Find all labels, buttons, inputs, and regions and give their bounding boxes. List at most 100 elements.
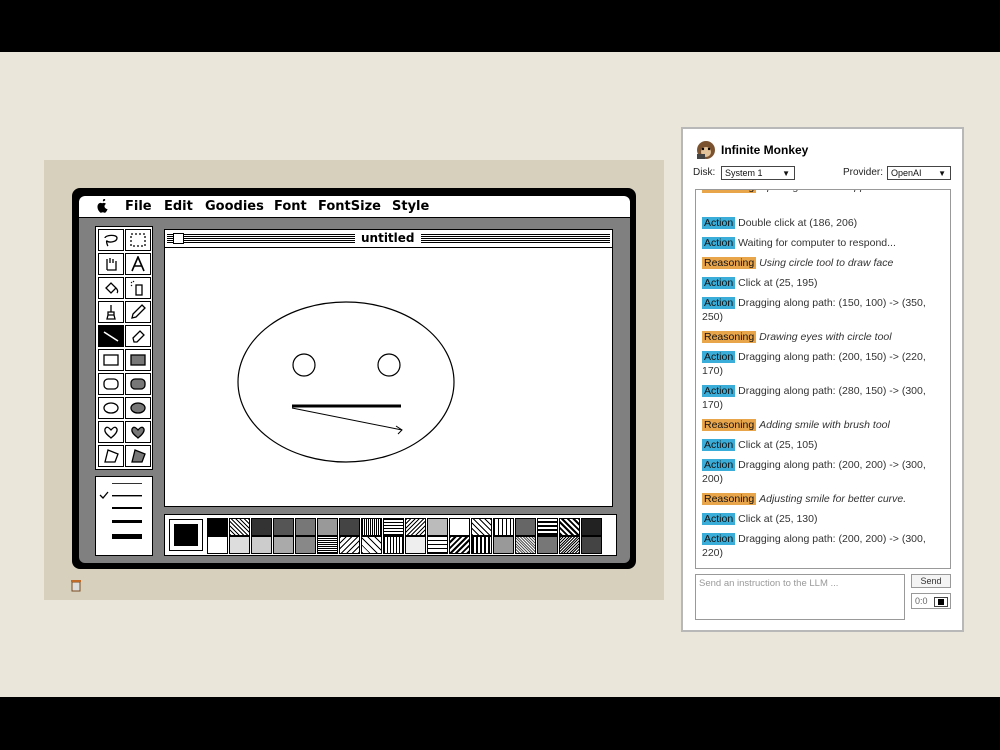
paintbrush-icon[interactable] bbox=[98, 301, 124, 323]
pattern-swatch[interactable] bbox=[273, 536, 294, 554]
log-entry-text: Dragging along path: (150, 100) -> (350,… bbox=[702, 297, 926, 323]
menu-file[interactable]: File bbox=[125, 199, 152, 214]
line-tool-icon[interactable] bbox=[98, 325, 124, 347]
pattern-swatch[interactable] bbox=[471, 518, 492, 536]
log-entry-text: Opening MacPaint application to start. bbox=[759, 190, 936, 193]
send-button[interactable]: Send bbox=[911, 574, 951, 588]
pattern-swatch[interactable] bbox=[471, 536, 492, 554]
pattern-swatch[interactable] bbox=[361, 536, 382, 554]
provider-select[interactable]: OpenAI ▼ bbox=[887, 166, 951, 180]
pattern-swatch[interactable] bbox=[383, 518, 404, 536]
pencil-icon[interactable] bbox=[125, 301, 151, 323]
filled-oval-icon[interactable] bbox=[125, 397, 151, 419]
pattern-swatch[interactable] bbox=[405, 518, 426, 536]
pattern-swatch[interactable] bbox=[405, 536, 426, 554]
pattern-palette bbox=[164, 514, 617, 556]
disk-select-value: System 1 bbox=[725, 168, 763, 178]
rounded-rectangle-icon[interactable] bbox=[98, 373, 124, 395]
log-entry: Reasoning Drawing eyes with circle tool bbox=[702, 330, 946, 344]
pattern-swatch[interactable] bbox=[537, 536, 558, 554]
pattern-swatch[interactable] bbox=[317, 536, 338, 554]
filled-rectangle-icon[interactable] bbox=[125, 349, 151, 371]
pattern-swatch[interactable] bbox=[559, 536, 580, 554]
pattern-swatch[interactable] bbox=[339, 518, 360, 536]
filled-polygon-icon[interactable] bbox=[125, 445, 151, 467]
action-badge: Action bbox=[702, 459, 736, 471]
menu-font[interactable]: Font bbox=[274, 199, 307, 214]
log-entry: Action Dragging along path: (200, 200) -… bbox=[702, 458, 946, 486]
pattern-swatch[interactable] bbox=[317, 518, 338, 536]
mac-desktop[interactable]: File Edit Goodies Font FontSize Style un… bbox=[79, 196, 630, 563]
pattern-swatch[interactable] bbox=[229, 518, 250, 536]
log-entry-text: Dragging along path: (200, 200) -> (300,… bbox=[702, 459, 926, 485]
infinite-monkey-panel: Infinite Monkey Disk: System 1 ▼ Provide… bbox=[681, 127, 964, 632]
menu-goodies[interactable]: Goodies bbox=[205, 199, 264, 214]
log-entry: Action Dragging along path: (200, 200) -… bbox=[702, 532, 946, 560]
pattern-swatch[interactable] bbox=[207, 518, 228, 536]
trash-icon[interactable] bbox=[70, 578, 82, 592]
pattern-swatch[interactable] bbox=[383, 536, 404, 554]
oval-icon[interactable] bbox=[98, 397, 124, 419]
menu-style[interactable]: Style bbox=[392, 199, 429, 214]
log-entry-text: Waiting for computer to respond... bbox=[738, 237, 896, 249]
lasso-tool-icon[interactable] bbox=[98, 229, 124, 251]
polygon-icon[interactable] bbox=[98, 445, 124, 467]
pattern-swatch[interactable] bbox=[515, 518, 536, 536]
pattern-swatch[interactable] bbox=[427, 536, 448, 554]
run-control[interactable]: 0:0 bbox=[911, 593, 951, 609]
log-entry-text: Double click at (186, 206) bbox=[738, 217, 858, 229]
pattern-swatch[interactable] bbox=[493, 536, 514, 554]
pattern-swatch[interactable] bbox=[295, 518, 316, 536]
spray-can-icon[interactable] bbox=[125, 277, 151, 299]
log-entry-text: Adjusting smile for better curve. bbox=[759, 493, 907, 505]
pattern-swatch[interactable] bbox=[295, 536, 316, 554]
pattern-swatch[interactable] bbox=[581, 536, 602, 554]
disk-label: Disk: bbox=[693, 167, 716, 178]
current-fill-pattern bbox=[169, 519, 203, 551]
log-entry-text: Drawing eyes with circle tool bbox=[759, 331, 892, 343]
disk-select[interactable]: System 1 ▼ bbox=[721, 166, 795, 180]
line-width-palette[interactable] bbox=[95, 476, 153, 556]
filled-freeform-icon[interactable] bbox=[125, 421, 151, 443]
pattern-swatch[interactable] bbox=[559, 518, 580, 536]
close-box-icon[interactable] bbox=[173, 233, 184, 244]
pattern-swatch[interactable] bbox=[449, 518, 470, 536]
pattern-swatch[interactable] bbox=[251, 518, 272, 536]
pattern-swatch[interactable] bbox=[361, 518, 382, 536]
reasoning-badge: Reasoning bbox=[702, 257, 757, 269]
pattern-swatch[interactable] bbox=[581, 518, 602, 536]
pattern-swatch[interactable] bbox=[515, 536, 536, 554]
freeform-icon[interactable] bbox=[98, 421, 124, 443]
log-entry-text: Dragging along path: (200, 150) -> (220,… bbox=[702, 351, 926, 377]
pattern-swatch[interactable] bbox=[427, 518, 448, 536]
drawing-canvas[interactable] bbox=[165, 248, 612, 506]
filled-rounded-rectangle-icon[interactable] bbox=[125, 373, 151, 395]
log-entry-text: Using circle tool to draw face bbox=[759, 257, 894, 269]
pattern-swatch[interactable] bbox=[229, 536, 250, 554]
instruction-input[interactable]: Send an instruction to the LLM ... bbox=[695, 574, 905, 620]
letterbox-top bbox=[0, 0, 1000, 52]
apple-icon[interactable] bbox=[97, 199, 109, 213]
pattern-swatch[interactable] bbox=[449, 536, 470, 554]
pattern-swatch[interactable] bbox=[273, 518, 294, 536]
reasoning-badge: Reasoning bbox=[702, 190, 757, 193]
grabber-hand-icon[interactable] bbox=[98, 253, 124, 275]
pattern-swatch[interactable] bbox=[537, 518, 558, 536]
marquee-tool-icon[interactable] bbox=[125, 229, 151, 251]
pattern-swatch[interactable] bbox=[251, 536, 272, 554]
paint-bucket-icon[interactable] bbox=[98, 277, 124, 299]
pattern-swatch[interactable] bbox=[339, 536, 360, 554]
pattern-swatch[interactable] bbox=[207, 536, 228, 554]
reasoning-badge: Reasoning bbox=[702, 419, 757, 431]
pattern-swatch[interactable] bbox=[493, 518, 514, 536]
text-tool-icon[interactable] bbox=[125, 253, 151, 275]
rectangle-icon[interactable] bbox=[98, 349, 124, 371]
stop-icon[interactable] bbox=[934, 597, 948, 607]
menu-edit[interactable]: Edit bbox=[164, 199, 193, 214]
log-panel[interactable]: Reasoning Opening MacPaint application t… bbox=[695, 189, 951, 569]
log-entry: Action Waiting for computer to respond..… bbox=[702, 236, 946, 250]
window-title-bar[interactable]: untitled bbox=[165, 230, 612, 248]
menu-fontsize[interactable]: FontSize bbox=[318, 199, 381, 214]
action-badge: Action bbox=[702, 351, 736, 363]
eraser-icon[interactable] bbox=[125, 325, 151, 347]
